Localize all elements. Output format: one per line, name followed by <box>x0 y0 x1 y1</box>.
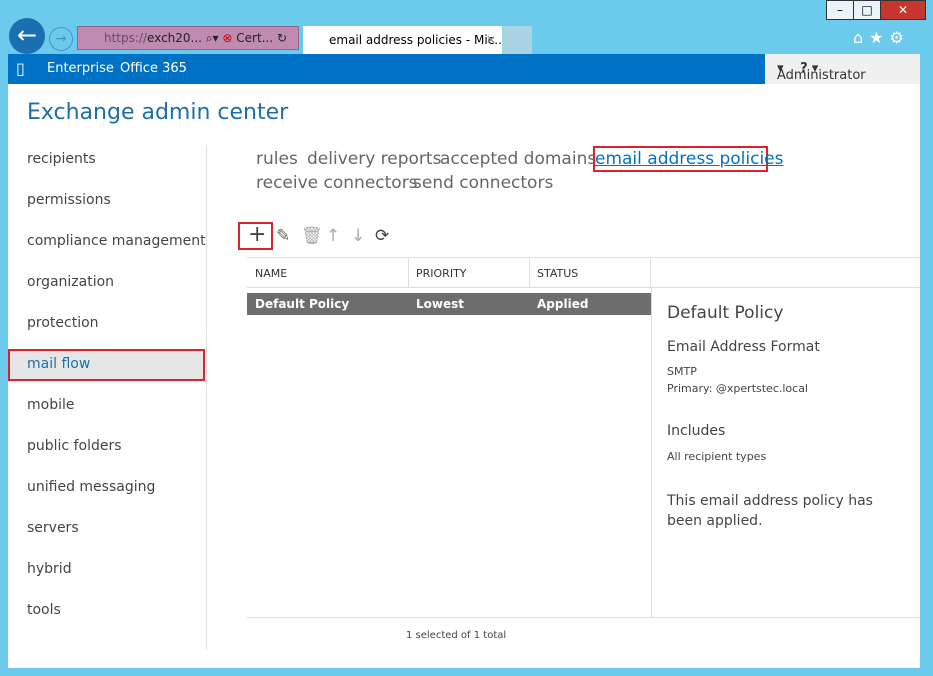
tab-rules[interactable]: rules <box>256 149 298 169</box>
move-up-icon[interactable]: ↑ <box>326 226 340 246</box>
table-header: NAME PRIORITY STATUS <box>247 257 920 288</box>
sidebar-item-mail-flow[interactable]: mail flow <box>27 356 90 372</box>
sidebar-item-public-folders[interactable]: public folders <box>27 438 122 454</box>
search-icon[interactable]: ⌕▾ <box>206 31 219 45</box>
tab-accepted-domains[interactable]: accepted domains <box>440 149 596 169</box>
delete-icon[interactable]: 🗑 <box>301 226 323 246</box>
tab-send-connectors[interactable]: send connectors <box>413 173 553 193</box>
sidebar-item-mobile[interactable]: mobile <box>27 397 74 413</box>
new-tab-button[interactable] <box>502 26 532 54</box>
sidebar-divider <box>206 145 207 650</box>
address-bar[interactable]: https://exch20... ⌕▾ ⊗ Cert... ↻ <box>77 26 299 50</box>
details-format-primary: Primary: @xpertstec.local <box>667 382 808 395</box>
sidebar-item-tools[interactable]: tools <box>27 602 61 618</box>
nav-enterprise[interactable]: Enterprise <box>47 61 114 76</box>
details-divider <box>651 288 652 617</box>
column-name[interactable]: NAME <box>255 267 287 280</box>
window-controls: – □ ✕ <box>826 0 926 20</box>
cell-status: Applied <box>537 297 589 311</box>
browser-tab[interactable]: email address policies - Mic... ✕ <box>303 26 506 54</box>
user-menu[interactable]: Administrator ▾ ? ▾ <box>765 54 920 84</box>
minimize-button[interactable]: – <box>826 0 854 20</box>
selection-count: 1 selected of 1 total <box>406 630 507 641</box>
browser-icons: ⌂★⚙ <box>853 28 910 47</box>
back-button[interactable]: ← <box>9 18 45 54</box>
url-scheme: https:// <box>104 31 148 45</box>
table-row[interactable]: Default Policy Lowest Applied <box>247 293 651 315</box>
details-format-heading: Email Address Format <box>667 339 820 355</box>
sidebar-item-protection[interactable]: protection <box>27 315 99 331</box>
footer-divider <box>247 617 920 618</box>
cert-error-label[interactable]: Cert... <box>236 31 273 45</box>
home-icon[interactable]: ⌂ <box>853 28 869 47</box>
nav-office365[interactable]: Office 365 <box>120 61 187 76</box>
refresh-icon[interactable]: ⟳ <box>375 226 389 246</box>
details-includes-heading: Includes <box>667 423 726 439</box>
sidebar-item-organization[interactable]: organization <box>27 274 114 290</box>
sidebar-item-compliance-management[interactable]: compliance management <box>27 233 206 249</box>
sidebar-item-hybrid[interactable]: hybrid <box>27 561 72 577</box>
column-status[interactable]: STATUS <box>537 267 578 280</box>
sidebar-item-unified-messaging[interactable]: unified messaging <box>27 479 155 495</box>
cell-name: Default Policy <box>255 297 350 311</box>
details-status-text: This email address policy has been appli… <box>667 493 873 529</box>
tab-title: email address policies - Mic... <box>329 33 506 47</box>
move-down-icon[interactable]: ↓ <box>351 226 365 246</box>
sidebar-item-recipients[interactable]: recipients <box>27 151 96 167</box>
maximize-button[interactable]: □ <box>853 0 881 20</box>
forward-button[interactable]: → <box>49 27 73 51</box>
details-title: Default Policy <box>667 303 784 323</box>
edit-icon[interactable]: ✎ <box>276 226 290 246</box>
column-priority[interactable]: PRIORITY <box>416 267 467 280</box>
tab-delivery-reports[interactable]: delivery reports <box>307 149 441 169</box>
add-icon[interactable]: + <box>248 222 266 247</box>
close-button[interactable]: ✕ <box>880 0 926 20</box>
url-host: exch20... <box>147 31 202 45</box>
close-tab-icon[interactable]: ✕ <box>486 26 496 54</box>
top-nav: ▯ Enterprise Office 365 Administrator ▾ … <box>8 54 920 84</box>
sidebar-item-servers[interactable]: servers <box>27 520 79 536</box>
sidebar-item-permissions[interactable]: permissions <box>27 192 111 208</box>
details-format-type: SMTP <box>667 365 697 378</box>
tab-receive-connectors[interactable]: receive connectors <box>256 173 418 193</box>
cell-priority: Lowest <box>416 297 464 311</box>
page-title: Exchange admin center <box>27 100 289 125</box>
details-includes-value: All recipient types <box>667 450 767 463</box>
cert-error-icon: ⊗ <box>222 31 233 45</box>
star-icon[interactable]: ★ <box>869 28 889 47</box>
tab-email-address-policies[interactable]: email address policies <box>595 149 784 169</box>
refresh-icon[interactable]: ↻ <box>277 31 287 45</box>
office-logo-icon: ▯ <box>16 59 25 78</box>
gear-icon[interactable]: ⚙ <box>890 28 910 47</box>
